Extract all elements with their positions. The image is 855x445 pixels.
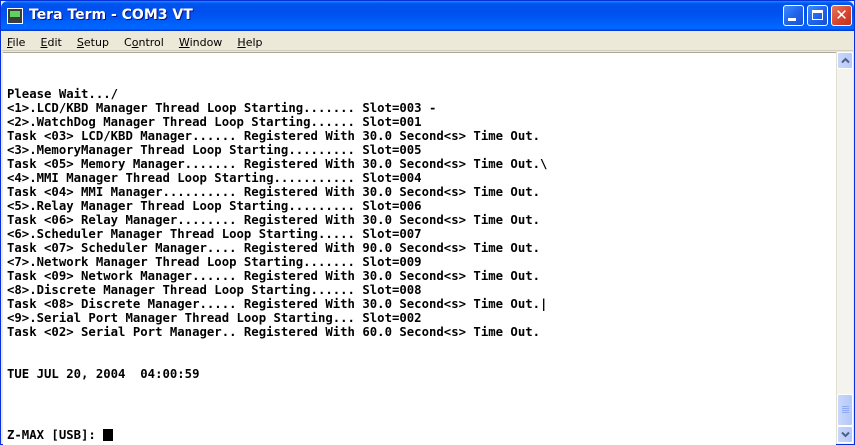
console-line: <1>.LCD/KBD Manager Thread Loop Starting… <box>7 101 437 115</box>
console-line: Task <07> Scheduler Manager.... Register… <box>7 241 541 255</box>
menu-file[interactable]: File <box>2 33 30 52</box>
minimize-button[interactable] <box>783 5 804 26</box>
text-cursor <box>103 429 114 441</box>
menu-setup[interactable]: Setup <box>72 33 114 52</box>
console-line: <3>.MemoryManager Thread Loop Starting..… <box>7 143 422 157</box>
console-line: Please Wait.../ <box>7 87 119 101</box>
title-bar[interactable]: Tera Term - COM3 VT ✕ <box>1 1 854 31</box>
console-line: Task <02> Serial Port Manager.. Register… <box>7 325 541 339</box>
scroll-thumb[interactable] <box>837 394 853 426</box>
terminal-output[interactable]: Please Wait.../ <1>.LCD/KBD Manager Thre… <box>3 52 836 445</box>
console-line: <7>.Network Manager Thread Loop Starting… <box>7 255 422 269</box>
menu-window[interactable]: Window <box>174 33 227 52</box>
command-prompt[interactable]: Z-MAX [USB]: <box>7 428 114 442</box>
window-title: Tera Term - COM3 VT <box>29 7 193 23</box>
menu-control[interactable]: Control <box>119 33 169 52</box>
grip-line <box>842 406 849 407</box>
menu-edit[interactable]: Edit <box>36 33 67 52</box>
console-line: <5>.Relay Manager Thread Loop Starting..… <box>7 199 422 213</box>
console-line: Task <03> LCD/KBD Manager...... Register… <box>7 129 541 143</box>
console-line: <2>.WatchDog Manager Thread Loop Startin… <box>7 115 422 129</box>
teraterm-window: Tera Term - COM3 VT ✕ File Edit Setup Co… <box>0 0 855 445</box>
menu-bar: File Edit Setup Control Window Help <box>2 31 853 51</box>
grip-line <box>842 410 849 411</box>
minimize-icon <box>788 18 796 21</box>
vertical-scrollbar[interactable] <box>836 52 853 444</box>
close-icon: ✕ <box>835 6 848 24</box>
console-line: Task <08> Discrete Manager..... Register… <box>7 297 548 311</box>
scroll-up-button[interactable] <box>837 52 853 69</box>
close-button[interactable]: ✕ <box>831 5 852 26</box>
maximize-button[interactable] <box>807 5 828 26</box>
grip-line <box>842 412 849 413</box>
console-line: <4>.MMI Manager Thread Loop Starting....… <box>7 171 422 185</box>
console-line: Task <09> Network Manager...... Register… <box>7 269 541 283</box>
console-line: <8>.Discrete Manager Thread Loop Startin… <box>7 283 422 297</box>
chevron-up-icon <box>841 57 850 64</box>
console-line: <9>.Serial Port Manager Thread Loop Star… <box>7 311 422 325</box>
scroll-down-button[interactable] <box>837 426 853 443</box>
date-time-line: TUE JUL 20, 2004 04:00:59 <box>7 367 200 381</box>
grip-line <box>842 408 849 409</box>
console-line: Task <05> Memory Manager....... Register… <box>7 157 548 171</box>
teraterm-app-icon[interactable] <box>7 8 23 24</box>
menu-help[interactable]: Help <box>232 33 267 52</box>
console-line: Task <04> MMI Manager.......... Register… <box>7 185 541 199</box>
console-line: Task <06> Relay Manager........ Register… <box>7 213 541 227</box>
prompt-text: Z-MAX [USB]: <box>7 428 104 442</box>
console-line: <6>.Scheduler Manager Thread Loop Starti… <box>7 227 422 241</box>
chevron-down-icon <box>841 431 850 438</box>
maximize-icon <box>812 10 823 20</box>
